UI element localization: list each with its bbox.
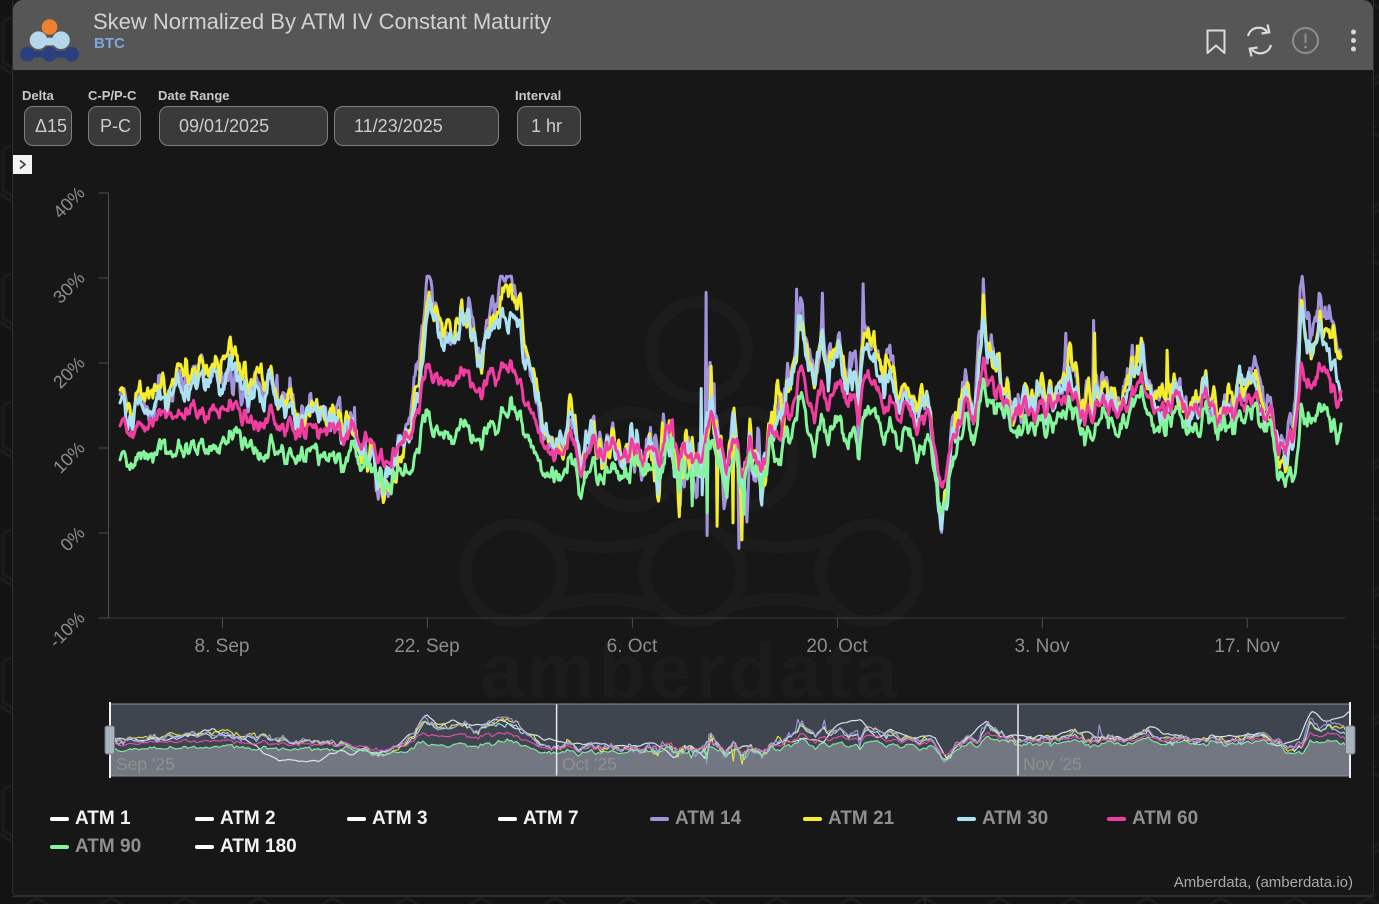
svg-text:Sep '25: Sep '25: [116, 754, 175, 774]
svg-text:40%: 40%: [49, 183, 89, 223]
svg-text:0%: 0%: [56, 523, 89, 556]
svg-text:6. Oct: 6. Oct: [607, 636, 658, 657]
svg-text:30%: 30%: [49, 268, 89, 308]
svg-text:3. Nov: 3. Nov: [1015, 636, 1070, 657]
svg-text:20. Oct: 20. Oct: [806, 636, 868, 657]
svg-text:20%: 20%: [49, 353, 89, 393]
svg-text:17. Nov: 17. Nov: [1214, 636, 1280, 657]
svg-text:Nov '25: Nov '25: [1023, 754, 1082, 774]
svg-text:8. Sep: 8. Sep: [195, 636, 250, 657]
svg-text:-10%: -10%: [45, 608, 89, 652]
svg-text:Oct '25: Oct '25: [562, 754, 617, 774]
svg-text:10%: 10%: [49, 438, 89, 478]
svg-text:22. Sep: 22. Sep: [394, 636, 460, 657]
